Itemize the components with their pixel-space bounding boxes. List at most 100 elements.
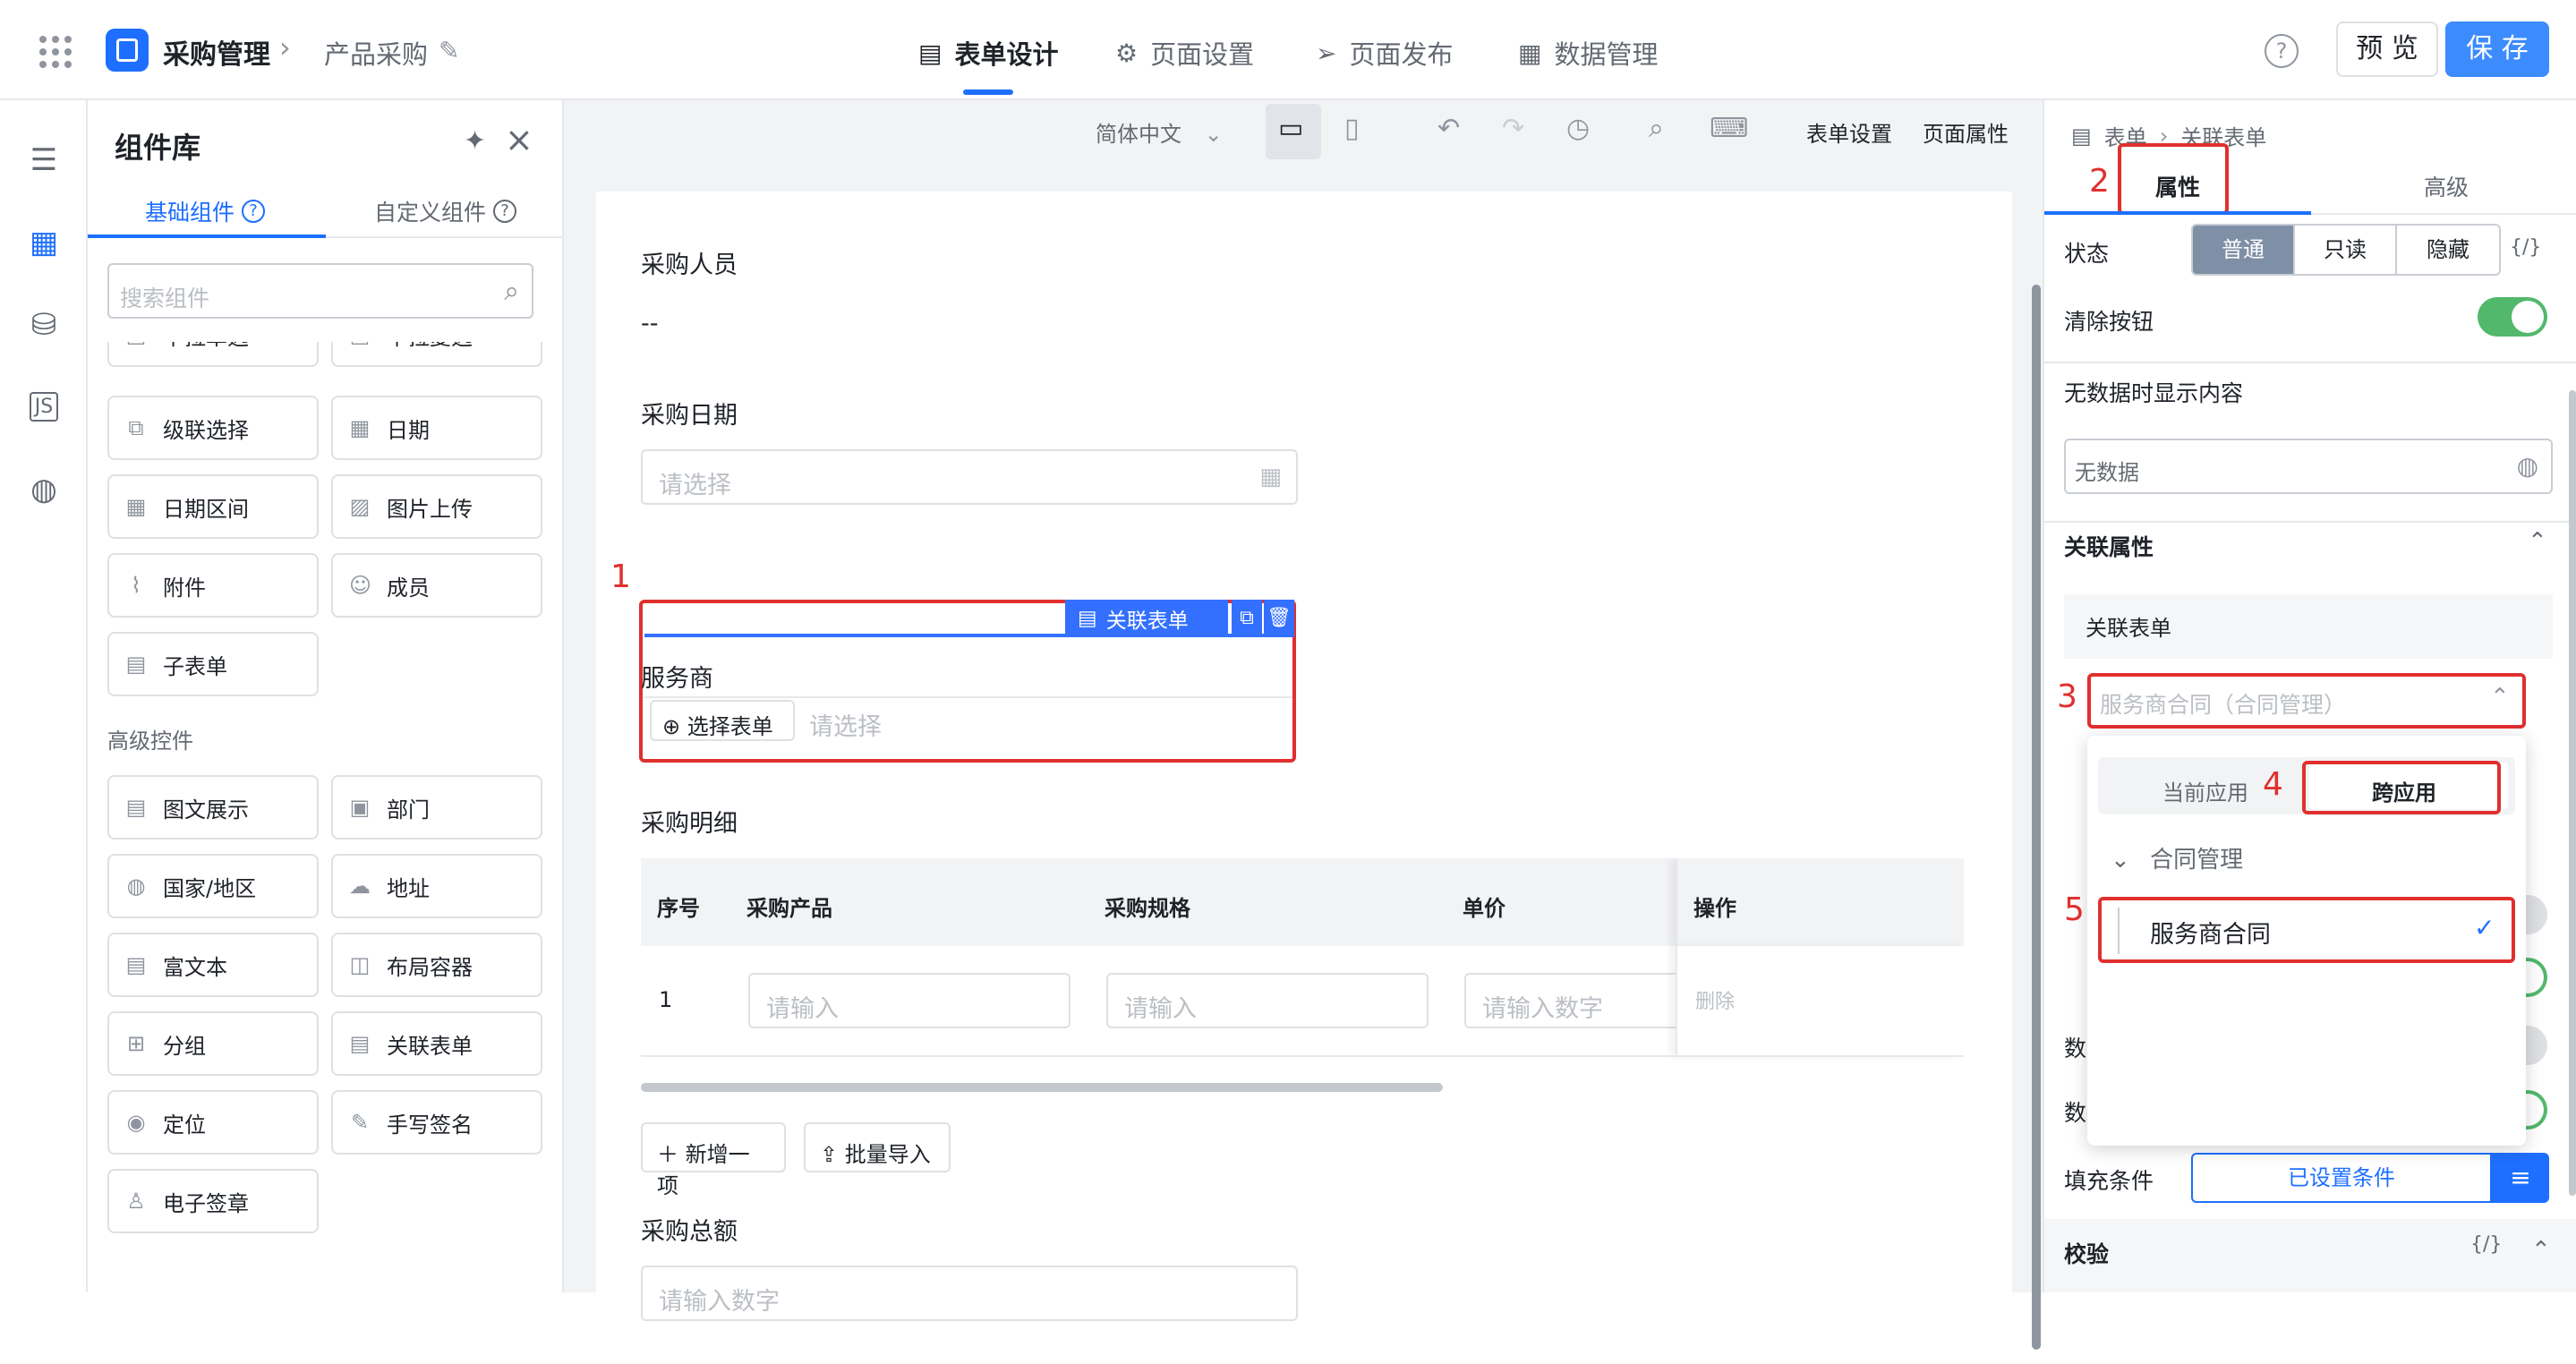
total-input[interactable]: 请输入数字 (641, 1266, 1298, 1321)
tab-data-management[interactable]: ▦ 数据管理 (1518, 34, 1658, 72)
form-sheet: 采购人员 -- 采购日期 请选择 ▦ ▤ 关联表单 ⧉ 🗑 服务商 ⊕ 选择表单… (596, 192, 2041, 1364)
component-item[interactable]: ▤ 图文展示 (107, 775, 319, 840)
gear-icon: ⚙ (1115, 38, 1139, 68)
tab-form-design[interactable]: ▤ 表单设计 (918, 34, 1058, 72)
choose-form-button[interactable]: ⊕ 选择表单 (650, 700, 795, 741)
component-item[interactable]: ▦ 日期 (331, 396, 542, 460)
component-item[interactable]: ⌇ 附件 (107, 553, 319, 618)
delete-link[interactable]: 删除 (1695, 985, 1735, 1014)
settings-sliders-icon[interactable]: ≡ (2492, 1153, 2549, 1203)
app-name[interactable]: 采购管理 (163, 32, 270, 72)
component-list[interactable]: ▤下拉单选 ▤下拉复选 ⧉级联选择 ▦日期 ▦日期区间 ▨图片上传 ⌇附件 ☺成… (88, 342, 562, 1292)
calendar-range-icon: ▦ (125, 494, 147, 519)
bulk-import-button[interactable]: ⇪ 批量导入 (804, 1122, 951, 1172)
copy-icon[interactable]: ⧉ (1232, 600, 1262, 637)
column-header: 采购规格 (1088, 858, 1446, 946)
outline-icon[interactable]: ☰ (23, 140, 64, 181)
linked-form-placeholder[interactable]: 请选择 (809, 707, 882, 742)
mobile-icon[interactable]: ▯ (1344, 113, 1360, 144)
field-label: 采购总额 (641, 1218, 738, 1246)
state-option[interactable]: 普通 (2193, 226, 2295, 274)
app-grid-icon[interactable] (39, 36, 72, 68)
tab-current-app[interactable]: 当前应用 (2162, 775, 2248, 806)
calendar-icon: ▦ (349, 415, 371, 440)
component-item[interactable]: ♙ 电子签章 (107, 1169, 319, 1233)
history-icon[interactable]: ◷ (1566, 113, 1590, 144)
globe-icon[interactable]: ◍ (2517, 451, 2538, 481)
state-option[interactable]: 只读 (2295, 226, 2397, 274)
chevron-down-icon: ⌄ (2111, 847, 2130, 874)
dropdown-option[interactable]: 服务商合同 (2150, 915, 2271, 950)
spec-input[interactable]: 请输入 (1106, 973, 1429, 1028)
components-icon[interactable]: ▦ (23, 222, 64, 263)
code-icon[interactable]: {/} (2510, 236, 2541, 259)
state-option[interactable]: 隐藏 (2397, 226, 2499, 274)
datasource-icon[interactable]: ⛁ (23, 304, 64, 345)
stamp-icon: ♙ (126, 1189, 146, 1214)
vertical-scrollbar[interactable] (2569, 390, 2576, 1196)
form-settings-link[interactable]: 表单设置 (1806, 116, 1892, 148)
tab-page-settings[interactable]: ⚙ 页面设置 (1115, 34, 1254, 72)
link-form-label: 关联表单 (2086, 616, 2171, 641)
group-toggle[interactable]: ⌄ 合同管理 (2111, 841, 2243, 874)
component-item[interactable]: ▤ 子表单 (107, 632, 319, 696)
clear-button-toggle[interactable] (2478, 297, 2547, 337)
field-label: 采购明细 (641, 810, 738, 838)
component-item[interactable]: ◉ 定位 (107, 1090, 319, 1155)
product-input[interactable]: 请输入 (748, 973, 1070, 1028)
component-item[interactable]: ▦ 日期区间 (107, 474, 319, 539)
tab-page-publish[interactable]: ➢ 页面发布 (1316, 34, 1453, 72)
component-item[interactable]: ▣ 部门 (331, 775, 542, 840)
state-segmented-control[interactable]: 普通 只读 隐藏 (2191, 224, 2501, 276)
field-value: -- (641, 310, 659, 337)
chevron-up-icon[interactable]: ⌃ (2490, 684, 2510, 711)
tab-custom-components[interactable]: 自定义组件 ? (374, 195, 517, 227)
fill-cond-label: 填充条件 (2064, 1168, 2154, 1194)
empty-text-input[interactable]: 无数据 ◍ (2064, 439, 2553, 494)
chevron-up-icon[interactable]: ⌃ (2528, 528, 2547, 555)
globe-icon[interactable]: ◍ (23, 469, 64, 510)
help-icon[interactable]: ? (2265, 34, 2299, 68)
component-item[interactable]: ☁ 地址 (331, 854, 542, 918)
keyboard-icon[interactable]: ⌨ (1710, 113, 1748, 144)
page-props-link[interactable]: 页面属性 (1923, 116, 2009, 148)
component-item[interactable]: ✎ 手写签名 (331, 1090, 542, 1155)
pin-icon[interactable]: ✦ (464, 125, 486, 157)
save-button[interactable]: 保 存 (2445, 21, 2549, 77)
undo-icon[interactable]: ↶ (1437, 113, 1460, 144)
js-icon[interactable]: JS (23, 387, 64, 428)
trash-icon[interactable]: 🗑 (1264, 600, 1294, 637)
component-item[interactable]: ▤ 富文本 (107, 933, 319, 997)
preview-button[interactable]: 预 览 (2336, 21, 2438, 77)
component-item[interactable]: ▨ 图片上传 (331, 474, 542, 539)
component-item[interactable]: ◫ 布局容器 (331, 933, 542, 997)
vertical-scrollbar[interactable] (2032, 285, 2041, 1350)
component-item[interactable]: ⧉ 级联选择 (107, 396, 319, 460)
component-item[interactable]: ◍ 国家/地区 (107, 854, 319, 918)
component-item[interactable]: ☺ 成员 (331, 553, 542, 618)
language-select[interactable]: 简体中文 ⌄ (1096, 116, 1223, 148)
tab-label: 页面发布 (1349, 39, 1454, 70)
close-icon[interactable]: × (505, 120, 533, 159)
code-icon[interactable]: {/} (2470, 1233, 2502, 1256)
chevron-up-icon[interactable]: ⌃ (2531, 1237, 2551, 1264)
horizontal-scrollbar[interactable] (641, 1083, 1443, 1092)
component-item[interactable]: ▤下拉复选 (331, 342, 542, 367)
section-title: 高级控件 (107, 729, 193, 754)
component-item[interactable]: ▤ 关联表单 (331, 1011, 542, 1076)
link-form-select[interactable]: 服务商合同（合同管理） (2100, 687, 2346, 720)
search-icon[interactable]: ⌕ (1649, 113, 1664, 144)
annotation-number: 2 (2089, 163, 2110, 200)
add-row-button[interactable]: ＋ 新增一项 (641, 1122, 786, 1198)
desktop-icon[interactable]: ▭ (1278, 113, 1303, 144)
component-item[interactable]: ▤下拉单选 (107, 342, 319, 367)
redo-icon[interactable]: ↷ (1502, 113, 1524, 144)
search-input[interactable]: 搜索组件 ⌕ (107, 263, 533, 319)
tab-advanced[interactable]: 高级 (2424, 170, 2469, 202)
edit-icon[interactable]: ✎ (439, 36, 459, 65)
fill-condition-button[interactable]: 已设置条件 (2191, 1153, 2492, 1203)
tab-basic-components[interactable]: 基础组件 ? (145, 195, 266, 227)
date-field[interactable]: 请选择 ▦ (641, 449, 1298, 505)
richtext-icon: ▤ (125, 795, 147, 820)
component-item[interactable]: ⊞ 分组 (107, 1011, 319, 1076)
